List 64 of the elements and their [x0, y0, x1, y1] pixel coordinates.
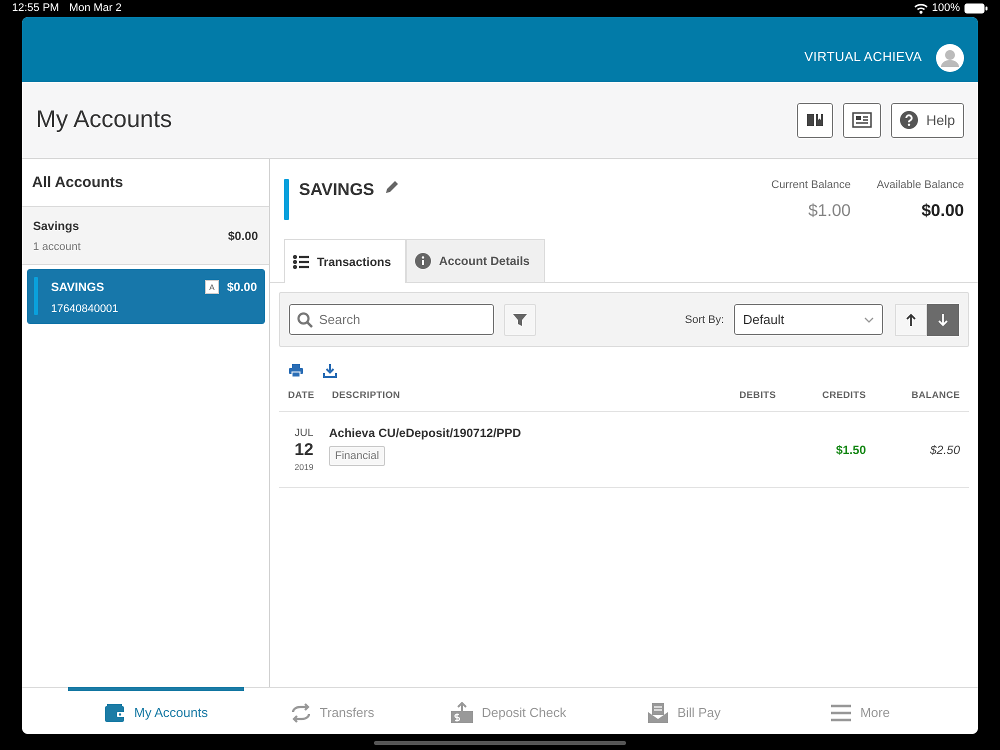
group-total: $0.00 [228, 228, 258, 242]
filter-button[interactable] [504, 304, 536, 336]
current-balance-label: Current Balance [771, 179, 851, 191]
account-title: SAVINGS [299, 180, 374, 200]
account-number: 17640840001 [51, 303, 120, 315]
user-name[interactable]: VIRTUAL ACHIEVA [804, 49, 922, 64]
sort-ascending-button[interactable] [895, 304, 927, 336]
wifi-icon [914, 2, 928, 14]
sort-dropdown[interactable]: Default [734, 304, 883, 335]
column-header: DESCRIPTION [332, 390, 402, 400]
account-item[interactable]: SAVINGS 17640840001 A $0.00 [27, 269, 265, 324]
status-time: 12:55 PM [12, 2, 60, 14]
arrow-up-icon [905, 312, 917, 326]
credit-amount: $1.50 [834, 442, 866, 456]
download-icon[interactable] [323, 364, 337, 378]
transaction-description: Achieva CU/eDeposit/190712/PPD [329, 426, 522, 440]
list-icon [293, 254, 309, 268]
avatar-icon[interactable] [936, 44, 964, 72]
sort-descending-button[interactable] [927, 304, 959, 336]
menu-icon [830, 704, 852, 722]
status-date: Mon Mar 2 [69, 2, 122, 14]
account-badge: A [204, 280, 219, 294]
date-day: 12 [294, 440, 314, 460]
book-icon [806, 112, 824, 128]
account-name: SAVINGS [51, 280, 106, 294]
account-count: 1 account [33, 240, 81, 252]
pencil-icon[interactable] [384, 179, 400, 195]
envelope-icon [647, 702, 670, 724]
printer-icon[interactable] [289, 364, 303, 377]
arrows-cycle-icon [290, 702, 312, 722]
column-header: DEBITS [738, 390, 776, 400]
account-balance: $0.00 [226, 280, 257, 294]
date-year: 2019 [294, 462, 314, 472]
column-header: BALANCE [910, 390, 961, 400]
check-deposit-icon [450, 702, 474, 724]
help-button[interactable]: Help [891, 102, 964, 138]
available-balance-label: Available Balance [876, 179, 964, 191]
available-balance: $0.00 [921, 201, 964, 221]
account-group-header[interactable]: Savings 1 account $0.00 [22, 207, 269, 265]
battery-icon [964, 2, 988, 14]
funnel-icon [513, 312, 527, 326]
chevron-down-icon [864, 316, 874, 322]
toolbar-button[interactable] [843, 102, 882, 138]
arrow-down-icon [937, 312, 949, 326]
tab[interactable]: Transactions [284, 239, 406, 283]
toolbar-button[interactable] [797, 102, 834, 138]
page-title: My Accounts [36, 106, 172, 134]
battery-percent: 100% [932, 2, 960, 14]
wallet-icon [104, 702, 126, 722]
tab[interactable]: Account Details [406, 239, 545, 282]
category-tag: Financial [329, 446, 386, 466]
newspaper-icon [852, 112, 872, 128]
info-icon [415, 253, 432, 269]
group-name: Savings [33, 218, 80, 232]
current-balance: $1.00 [808, 201, 851, 221]
nav-item[interactable]: My Accounts [68, 687, 244, 734]
column-header: DATE [287, 390, 316, 400]
date-month: JUL [294, 427, 314, 439]
search-field[interactable]: Search [289, 304, 494, 335]
running-balance: $2.50 [928, 442, 961, 456]
accent-bar [284, 179, 289, 220]
column-header: CREDITS [821, 390, 866, 400]
help-icon [900, 111, 918, 129]
sort-label: Sort By: [684, 314, 724, 326]
